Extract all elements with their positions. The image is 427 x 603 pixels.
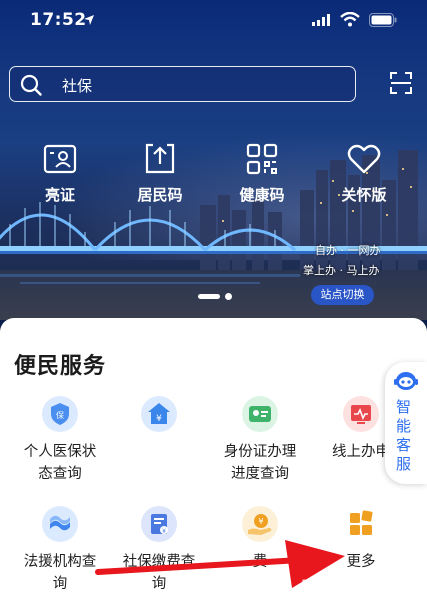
upload-code-icon (145, 143, 175, 174)
carousel-indicator (198, 293, 234, 301)
search-icon (20, 74, 42, 96)
quick-action-resident-code[interactable]: 居民码 (120, 142, 200, 205)
cellular-signal-icon (312, 14, 330, 26)
hero-banner: 17:52 社保 亮证 居民码 健康码 关怀版 自办 · 一网办 掌上办 · 马… (0, 0, 427, 320)
quick-action-label: 亮证 (44, 186, 75, 204)
svg-text:¥: ¥ (258, 517, 263, 526)
id-card-icon (43, 144, 77, 174)
quick-action-label: 居民码 (137, 186, 183, 204)
search-input[interactable]: 社保 (62, 75, 92, 96)
banner-slogan-line-2: 掌上办 · 马上办 (303, 264, 380, 277)
service-label: 更多 (346, 554, 376, 570)
online-apply-icon (343, 396, 379, 432)
service-label: 社保缴费查 询 (122, 554, 196, 592)
service-medical-insurance[interactable]: 保 个人医保状 态查询 (8, 396, 112, 485)
service-more[interactable]: 更多 (309, 506, 413, 573)
service-housing-fund[interactable]: ¥ (107, 396, 211, 441)
status-time: 17:52 (30, 10, 87, 30)
quick-action-label: 关怀版 (341, 186, 387, 204)
qr-code-icon (246, 143, 278, 175)
wifi-icon (340, 12, 360, 27)
service-id-card-progress[interactable]: 身份证办理 进度查询 (208, 396, 312, 485)
location-arrow-icon (84, 15, 94, 25)
status-bar: 17:52 (0, 0, 427, 44)
quick-action-show-id[interactable]: 亮证 (20, 142, 100, 205)
service-label: 身份证办理 进度查询 (223, 444, 297, 482)
quick-action-label: 健康码 (239, 186, 285, 204)
service-legal-aid[interactable]: 法援机构查 询 (8, 506, 112, 595)
service-social-security[interactable]: ¥ 社保缴费查 询 (107, 506, 211, 595)
svg-text:¥: ¥ (156, 414, 162, 424)
baidu-watermark-sub: 经验 (337, 593, 357, 603)
id-card-progress-icon (242, 396, 278, 432)
search-bar[interactable]: 社保 (9, 66, 356, 102)
services-panel: 便民服务 保 个人医保状 态查询 ¥ 身份证办理 进度查询 线上办申 法援机构查… (0, 318, 427, 603)
svg-text:¥: ¥ (162, 528, 166, 535)
social-security-icon: ¥ (141, 506, 177, 542)
carousel-dot-active (198, 294, 220, 299)
robot-icon (394, 372, 418, 390)
service-label: 费 (252, 554, 268, 570)
assistant-label: 智能客服 (396, 398, 412, 473)
svg-text:保: 保 (56, 410, 64, 420)
carousel-dot (225, 293, 232, 300)
banner-slogan-line-1: 自办 · 一网办 (315, 244, 381, 257)
battery-icon (369, 13, 397, 27)
quick-action-health-code[interactable]: 健康码 (222, 142, 302, 205)
more-grid-icon (343, 506, 379, 542)
heart-icon (347, 144, 381, 174)
quick-action-care-mode[interactable]: 关怀版 (324, 142, 404, 205)
service-label: 个人医保状 态查询 (23, 444, 97, 482)
smart-assistant-button[interactable]: 智能客服 (385, 362, 427, 484)
payment-icon: ¥ (242, 506, 278, 542)
housing-fund-icon: ¥ (141, 396, 177, 432)
site-switch-button[interactable]: 站点切换 (311, 285, 374, 305)
section-title: 便民服务 (14, 354, 107, 379)
service-payment[interactable]: ¥ 费 (208, 506, 312, 573)
service-label: 法援机构查 询 (23, 554, 97, 592)
medical-insurance-icon: 保 (42, 396, 78, 432)
legal-aid-icon (42, 506, 78, 542)
scan-icon[interactable] (390, 72, 412, 94)
